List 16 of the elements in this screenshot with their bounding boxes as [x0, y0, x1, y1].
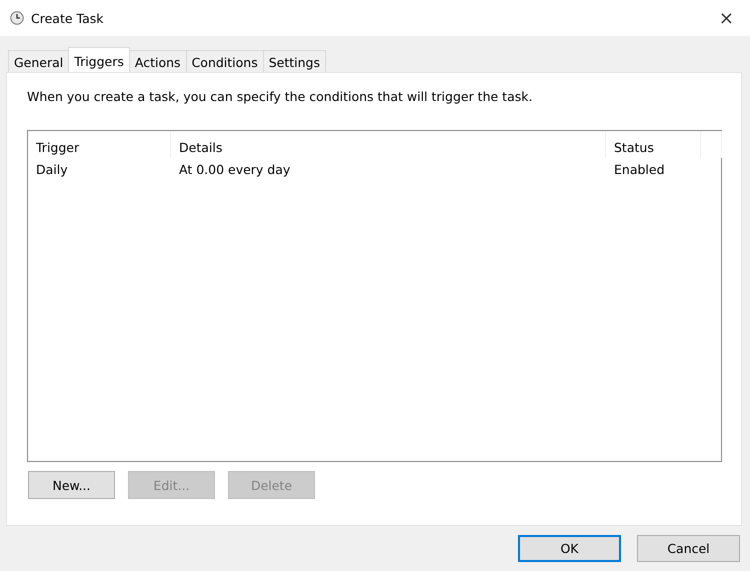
dialog-button[interactable]: OK — [518, 535, 621, 562]
table-cell-text: At 0.00 every day — [178, 161, 292, 179]
tab[interactable]: General — [8, 50, 70, 72]
column-header[interactable]: Trigger — [28, 131, 171, 158]
clock-icon — [10, 11, 24, 25]
table-cell-text: Daily — [35, 161, 69, 179]
description-text: When you create a task, you can specify the conditions that will trigger the task. — [27, 89, 534, 104]
dialog-button[interactable]: Cancel — [637, 535, 740, 562]
column-header[interactable]: Status — [606, 131, 701, 158]
tab[interactable]: Triggers — [68, 47, 130, 72]
column-header[interactable]: Details — [171, 131, 606, 158]
close-button[interactable]: × — [712, 8, 740, 28]
tab[interactable]: Settings — [262, 50, 326, 72]
list-button[interactable]: New... — [28, 471, 115, 499]
table-cell-text: Enabled — [613, 161, 666, 179]
window-title: Create Task — [31, 10, 104, 26]
